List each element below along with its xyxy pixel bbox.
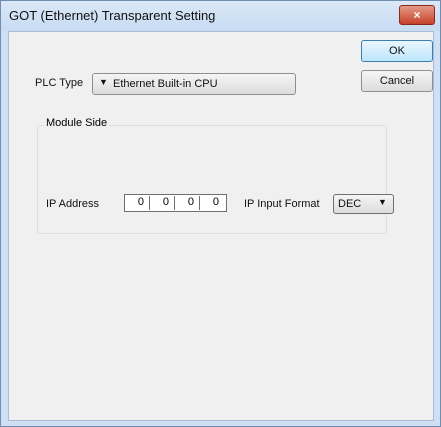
ip-address-field[interactable]: 0 0 0 0 [124, 194, 227, 212]
module-side-group: Module Side IP Address 0 0 0 0 IP Input … [37, 117, 394, 234]
close-button[interactable]: × [399, 5, 435, 25]
window-title: GOT (Ethernet) Transparent Setting [9, 8, 216, 23]
dropdown-arrow-icon: ▼ [378, 197, 387, 207]
close-icon: × [413, 8, 421, 22]
ip-input-format-value: DEC [338, 198, 362, 210]
dropdown-arrow-icon: ▼ [99, 77, 108, 87]
ip-address-label: IP Address [46, 198, 99, 210]
plc-type-value: Ethernet Built-in CPU [113, 78, 218, 90]
plc-type-label: PLC Type [35, 77, 84, 89]
plc-type-dropdown[interactable]: ▼ Ethernet Built-in CPU [92, 73, 296, 95]
ip-octet-1[interactable]: 0 [125, 196, 150, 210]
ok-button[interactable]: OK [361, 40, 433, 62]
module-side-title: Module Side [44, 117, 110, 129]
title-bar[interactable]: GOT (Ethernet) Transparent Setting × [1, 1, 440, 31]
cancel-button[interactable]: Cancel [361, 70, 433, 92]
ip-input-format-label: IP Input Format [244, 198, 320, 210]
dialog-body: OK Cancel PLC Type ▼ Ethernet Built-in C… [8, 31, 434, 421]
ip-octet-2[interactable]: 0 [150, 196, 175, 210]
dialog-window: GOT (Ethernet) Transparent Setting × OK … [0, 0, 441, 427]
ip-input-format-dropdown[interactable]: DEC ▼ [333, 194, 394, 214]
ip-octet-3[interactable]: 0 [175, 196, 200, 210]
ip-octet-4[interactable]: 0 [200, 196, 224, 210]
